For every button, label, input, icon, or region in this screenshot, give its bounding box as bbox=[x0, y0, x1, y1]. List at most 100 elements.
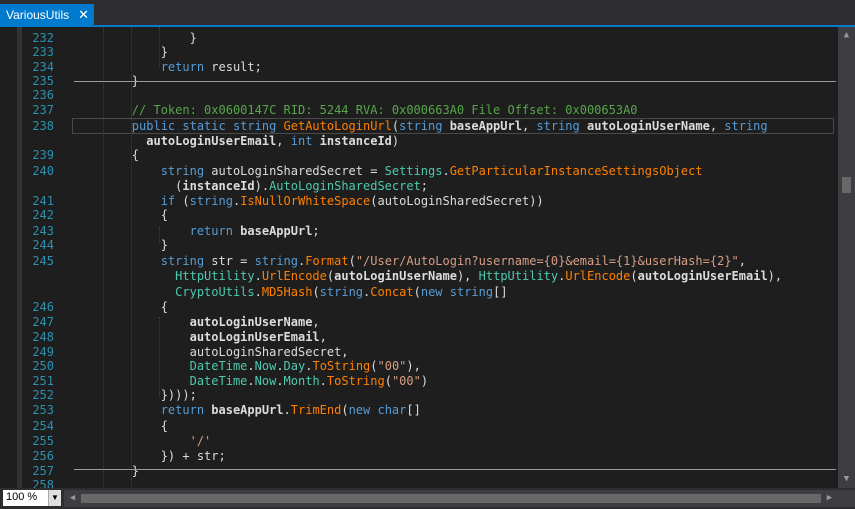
code-token: Settings bbox=[384, 164, 443, 178]
code-token: CryptoUtils bbox=[74, 285, 255, 299]
code-text: { bbox=[74, 299, 168, 315]
scroll-down-icon[interactable]: ▼ bbox=[838, 471, 855, 488]
code-line: 253 return baseAppUrl.TrimEnd(new char[] bbox=[0, 402, 838, 418]
code-token: string bbox=[724, 119, 768, 133]
line-number: 240 bbox=[32, 164, 54, 178]
code-text: { bbox=[74, 418, 168, 434]
code-token: Now bbox=[254, 359, 277, 373]
code-token: autoLoginSharedSecret, bbox=[74, 345, 349, 359]
code-token: DateTime bbox=[74, 359, 248, 373]
code-token: } bbox=[74, 31, 197, 45]
code-text: autoLoginUserName, bbox=[74, 314, 320, 330]
code-token: }))); bbox=[74, 388, 197, 402]
code-token: { bbox=[74, 208, 168, 222]
tab-title: VariousUtils bbox=[6, 8, 70, 22]
code-token: GetParticularInstanceSettingsObject bbox=[449, 164, 703, 178]
code-line: (instanceId).AutoLoginSharedSecret; bbox=[0, 178, 838, 194]
code-token: . bbox=[319, 374, 327, 388]
code-text: string str = string.Format("/User/AutoLo… bbox=[74, 253, 746, 269]
code-token: { bbox=[74, 419, 168, 433]
method-separator bbox=[74, 81, 836, 82]
code-text: DateTime.Now.Day.ToString("00"), bbox=[74, 358, 421, 374]
code-token: DateTime bbox=[74, 374, 248, 388]
code-token: (autoLoginSharedSecret)) bbox=[370, 194, 544, 208]
code-text: '/' bbox=[74, 433, 212, 449]
scrollbar-corner bbox=[838, 490, 855, 507]
code-text: HttpUtility.UrlEncode(autoLoginUserName)… bbox=[74, 268, 782, 284]
code-token: Format bbox=[305, 254, 349, 268]
code-token: ), bbox=[767, 269, 783, 283]
code-text: public static string GetAutoLoginUrl(str… bbox=[74, 118, 768, 134]
vertical-scrollbar[interactable]: ▲ ▼ bbox=[838, 27, 855, 488]
code-line: 244 } bbox=[0, 237, 838, 253]
scroll-up-icon[interactable]: ▲ bbox=[838, 27, 855, 44]
code-token: instanceId bbox=[182, 179, 255, 193]
code-token: ), bbox=[406, 359, 421, 373]
code-token: , bbox=[738, 254, 746, 268]
code-token: MD5Hash bbox=[261, 285, 313, 299]
code-token: ), bbox=[456, 269, 479, 283]
code-token: . bbox=[276, 374, 284, 388]
code-token: new string bbox=[420, 285, 494, 299]
code-token: GetAutoLoginUrl bbox=[283, 119, 392, 133]
line-number: 233 bbox=[32, 45, 54, 59]
code-token: ( bbox=[384, 374, 392, 388]
code-token: '/' bbox=[74, 434, 212, 448]
line-number: 237 bbox=[32, 103, 54, 117]
code-token: "00" bbox=[377, 359, 407, 373]
code-token: ( bbox=[348, 254, 356, 268]
code-token: "/User/AutoLogin?username={0}&email={1}&… bbox=[355, 254, 739, 268]
line-number: 254 bbox=[32, 419, 54, 433]
code-line: 238 public static string GetAutoLoginUrl… bbox=[0, 118, 838, 134]
line-number: 246 bbox=[32, 300, 54, 314]
code-token: Concat bbox=[370, 285, 414, 299]
scroll-right-icon[interactable]: ▶ bbox=[821, 490, 838, 507]
code-token: }) + str; bbox=[74, 449, 226, 463]
code-line: 240 string autoLoginSharedSecret = Setti… bbox=[0, 163, 838, 179]
code-token: autoLoginUserName bbox=[74, 315, 313, 329]
code-token: Day bbox=[283, 359, 306, 373]
line-number: 256 bbox=[32, 449, 54, 463]
line-number: 250 bbox=[32, 359, 54, 373]
vertical-scroll-thumb[interactable] bbox=[842, 177, 851, 193]
code-token: } bbox=[74, 238, 168, 252]
code-token: ( bbox=[182, 194, 190, 208]
scroll-left-icon[interactable]: ◀ bbox=[64, 490, 81, 507]
tab-bar: VariousUtils ✕ bbox=[0, 0, 855, 27]
code-token: int bbox=[290, 134, 320, 148]
line-number: 236 bbox=[32, 88, 54, 102]
line-number: 253 bbox=[32, 403, 54, 417]
line-number: 252 bbox=[32, 388, 54, 402]
code-token: baseAppUrl bbox=[211, 403, 284, 417]
code-token: HttpUtility bbox=[478, 269, 559, 283]
code-token: ( bbox=[630, 269, 638, 283]
tab-various-utils[interactable]: VariousUtils ✕ bbox=[0, 4, 94, 27]
code-token: string bbox=[536, 119, 587, 133]
horizontal-scrollbar[interactable]: ◀ ▶ bbox=[64, 490, 838, 507]
code-token: } bbox=[74, 464, 140, 478]
code-line: 250 DateTime.Now.Day.ToString("00"), bbox=[0, 358, 838, 374]
horizontal-scroll-thumb[interactable] bbox=[81, 494, 821, 503]
code-editor[interactable]: 232 } 233 } 234 return result; 235 } 236 237 … bbox=[0, 27, 838, 488]
code-token: autoLoginUserName bbox=[586, 119, 710, 133]
code-line: 255 '/' bbox=[0, 433, 838, 449]
line-number: 239 bbox=[32, 148, 54, 162]
code-line: 254 { bbox=[0, 418, 838, 434]
code-token: ). bbox=[254, 179, 270, 193]
code-line: 242 { bbox=[0, 207, 838, 223]
code-token: Month bbox=[283, 374, 320, 388]
code-token: string bbox=[189, 194, 233, 208]
code-token: . bbox=[247, 374, 255, 388]
line-number: 248 bbox=[32, 330, 54, 344]
close-tab-icon[interactable]: ✕ bbox=[78, 7, 89, 23]
code-token: [] bbox=[493, 285, 508, 299]
code-token: ( bbox=[74, 179, 183, 193]
code-token: ToString bbox=[312, 359, 371, 373]
code-token: , bbox=[319, 330, 327, 344]
code-line: 258 bbox=[0, 477, 838, 488]
code-token: baseAppUrl bbox=[240, 224, 313, 238]
code-token: return bbox=[74, 224, 241, 238]
code-text: autoLoginUserEmail, bbox=[74, 329, 327, 345]
zoom-select[interactable]: 100 % ▼ bbox=[3, 490, 61, 506]
chevron-down-icon[interactable]: ▼ bbox=[48, 490, 61, 506]
